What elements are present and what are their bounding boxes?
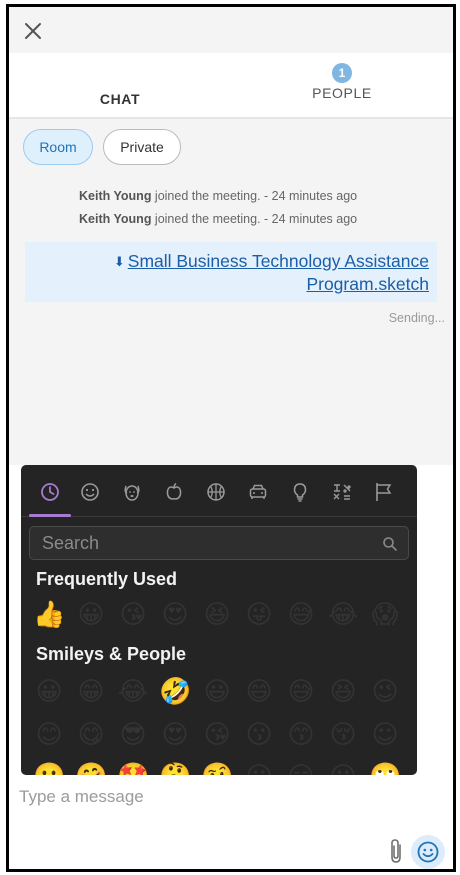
- emoji-item[interactable]: 🤔: [159, 761, 191, 775]
- emoji-item[interactable]: 🤗: [75, 761, 107, 775]
- smiley-icon[interactable]: [79, 481, 101, 503]
- emoji-item[interactable]: 😐: [243, 761, 275, 775]
- emoji-item[interactable]: 😱: [369, 599, 401, 631]
- system-message: Keith Young joined the meeting. - 24 min…: [79, 212, 357, 226]
- emoji-item[interactable]: 😄: [243, 676, 275, 708]
- emoji-row-frequently-used: 👍 😀 😘 😍 😆 😜 😅 😂 😱: [33, 595, 413, 635]
- tab-chat[interactable]: CHAT: [9, 53, 231, 121]
- emoji-item[interactable]: 😘: [201, 719, 233, 751]
- emoji-item[interactable]: 😋: [75, 719, 107, 751]
- section-title-frequently-used: Frequently Used: [36, 569, 178, 589]
- message-status: Sending...: [388, 311, 445, 325]
- close-icon[interactable]: [23, 21, 43, 41]
- people-count-badge: 1: [332, 63, 352, 83]
- emoji-item[interactable]: 😆: [201, 599, 233, 631]
- emoji-item[interactable]: 😚: [327, 719, 359, 751]
- emoji-item[interactable]: 😙: [285, 719, 317, 751]
- flags-icon[interactable]: [373, 481, 395, 503]
- emoji-search: [29, 526, 409, 560]
- emoji-item[interactable]: 😜: [243, 599, 275, 631]
- emoji-item[interactable]: 😃: [201, 676, 233, 708]
- emoji-item[interactable]: 👍: [33, 599, 65, 631]
- tab-bar: CHAT 1 PEOPLE: [9, 53, 453, 121]
- emoji-category-bar: [21, 465, 417, 517]
- emoji-item[interactable]: 😍: [159, 599, 191, 631]
- file-message: ⬇ Small Business Technology Assistance Pr…: [25, 242, 437, 302]
- system-message-user: Keith Young: [79, 189, 152, 203]
- section-title-smileys-people: Smileys & People: [36, 644, 187, 664]
- recent-icon[interactable]: [39, 481, 61, 503]
- sports-icon[interactable]: [205, 481, 227, 503]
- emoji-item[interactable]: 😆: [327, 676, 359, 708]
- emoji-item[interactable]: 😀: [75, 599, 107, 631]
- system-message-text: joined the meeting. - 24 minutes ago: [151, 189, 358, 203]
- message-composer: [9, 775, 453, 869]
- private-button[interactable]: Private: [103, 129, 181, 165]
- emoji-picker-button[interactable]: [411, 835, 445, 869]
- emoji-item[interactable]: 😅: [285, 676, 317, 708]
- emoji-row-smileys: 🙂 🤗 🤩 🤔 🤨 😐 😑 😶 🙄: [33, 757, 413, 775]
- emoji-item[interactable]: 🙄: [369, 761, 401, 775]
- travel-icon[interactable]: [247, 481, 269, 503]
- file-download-link[interactable]: ⬇ Small Business Technology Assistance Pr…: [69, 250, 429, 296]
- file-name-line-1: Small Business Technology Assistance: [127, 251, 429, 271]
- emoji-item[interactable]: 😊: [33, 719, 65, 751]
- emoji-search-input[interactable]: [42, 527, 372, 559]
- animal-icon[interactable]: [121, 481, 143, 503]
- emoji-row-smileys: 😀 😁 😂 🤣 😃 😄 😅 😆 😉: [33, 672, 413, 712]
- emoji-item[interactable]: 😂: [327, 599, 359, 631]
- emoji-item[interactable]: 🙂: [33, 761, 65, 775]
- system-message-user: Keith Young: [79, 212, 152, 226]
- message-list[interactable]: Keith Young joined the meeting. - 24 min…: [9, 175, 453, 465]
- emoji-item[interactable]: 😉: [369, 676, 401, 708]
- emoji-item[interactable]: ☺: [369, 719, 401, 751]
- emoji-item[interactable]: 😂: [117, 676, 149, 708]
- tab-people-label: PEOPLE: [312, 85, 372, 101]
- emoji-item[interactable]: 🤨: [201, 761, 233, 775]
- emoji-item[interactable]: 😍: [159, 719, 191, 751]
- emoji-item[interactable]: 😅: [285, 599, 317, 631]
- active-category-indicator: [29, 514, 71, 517]
- smiley-icon: [417, 841, 439, 863]
- food-icon[interactable]: [163, 481, 185, 503]
- tab-people[interactable]: 1 PEOPLE: [231, 53, 453, 119]
- emoji-item[interactable]: 😶: [327, 761, 359, 775]
- paperclip-icon[interactable]: [387, 837, 405, 865]
- emoji-item[interactable]: 😗: [243, 719, 275, 751]
- download-icon: ⬇: [113, 254, 125, 269]
- top-bar: [9, 7, 453, 53]
- emoji-item[interactable]: 😘: [117, 599, 149, 631]
- file-name-line-2: Program.sketch: [306, 274, 429, 294]
- emoji-item[interactable]: 😁: [75, 676, 107, 708]
- system-message-text: joined the meeting. - 24 minutes ago: [151, 212, 358, 226]
- objects-icon[interactable]: [289, 481, 311, 503]
- emoji-row-smileys: 😊 😋 😎 😍 😘 😗 😙 😚 ☺: [33, 715, 413, 755]
- emoji-item[interactable]: 😎: [117, 719, 149, 751]
- emoji-item[interactable]: 🤩: [117, 761, 149, 775]
- emoji-item[interactable]: 😑: [285, 761, 317, 775]
- emoji-item[interactable]: 😀: [33, 676, 65, 708]
- system-message: Keith Young joined the meeting. - 24 min…: [79, 189, 357, 203]
- emoji-picker: Frequently Used 👍 😀 😘 😍 😆 😜 😅 😂 😱 Smileys & Peop…: [21, 465, 417, 775]
- room-button[interactable]: Room: [23, 129, 93, 165]
- emoji-item[interactable]: 🤣: [159, 676, 191, 708]
- chat-panel: CHAT 1 PEOPLE Room Private Keith Young j…: [6, 4, 456, 872]
- chat-scope-selector: Room Private: [9, 119, 453, 175]
- tab-chat-label: CHAT: [99, 91, 141, 107]
- search-icon: [382, 536, 398, 552]
- message-input[interactable]: [19, 783, 439, 811]
- symbols-icon[interactable]: [331, 481, 353, 503]
